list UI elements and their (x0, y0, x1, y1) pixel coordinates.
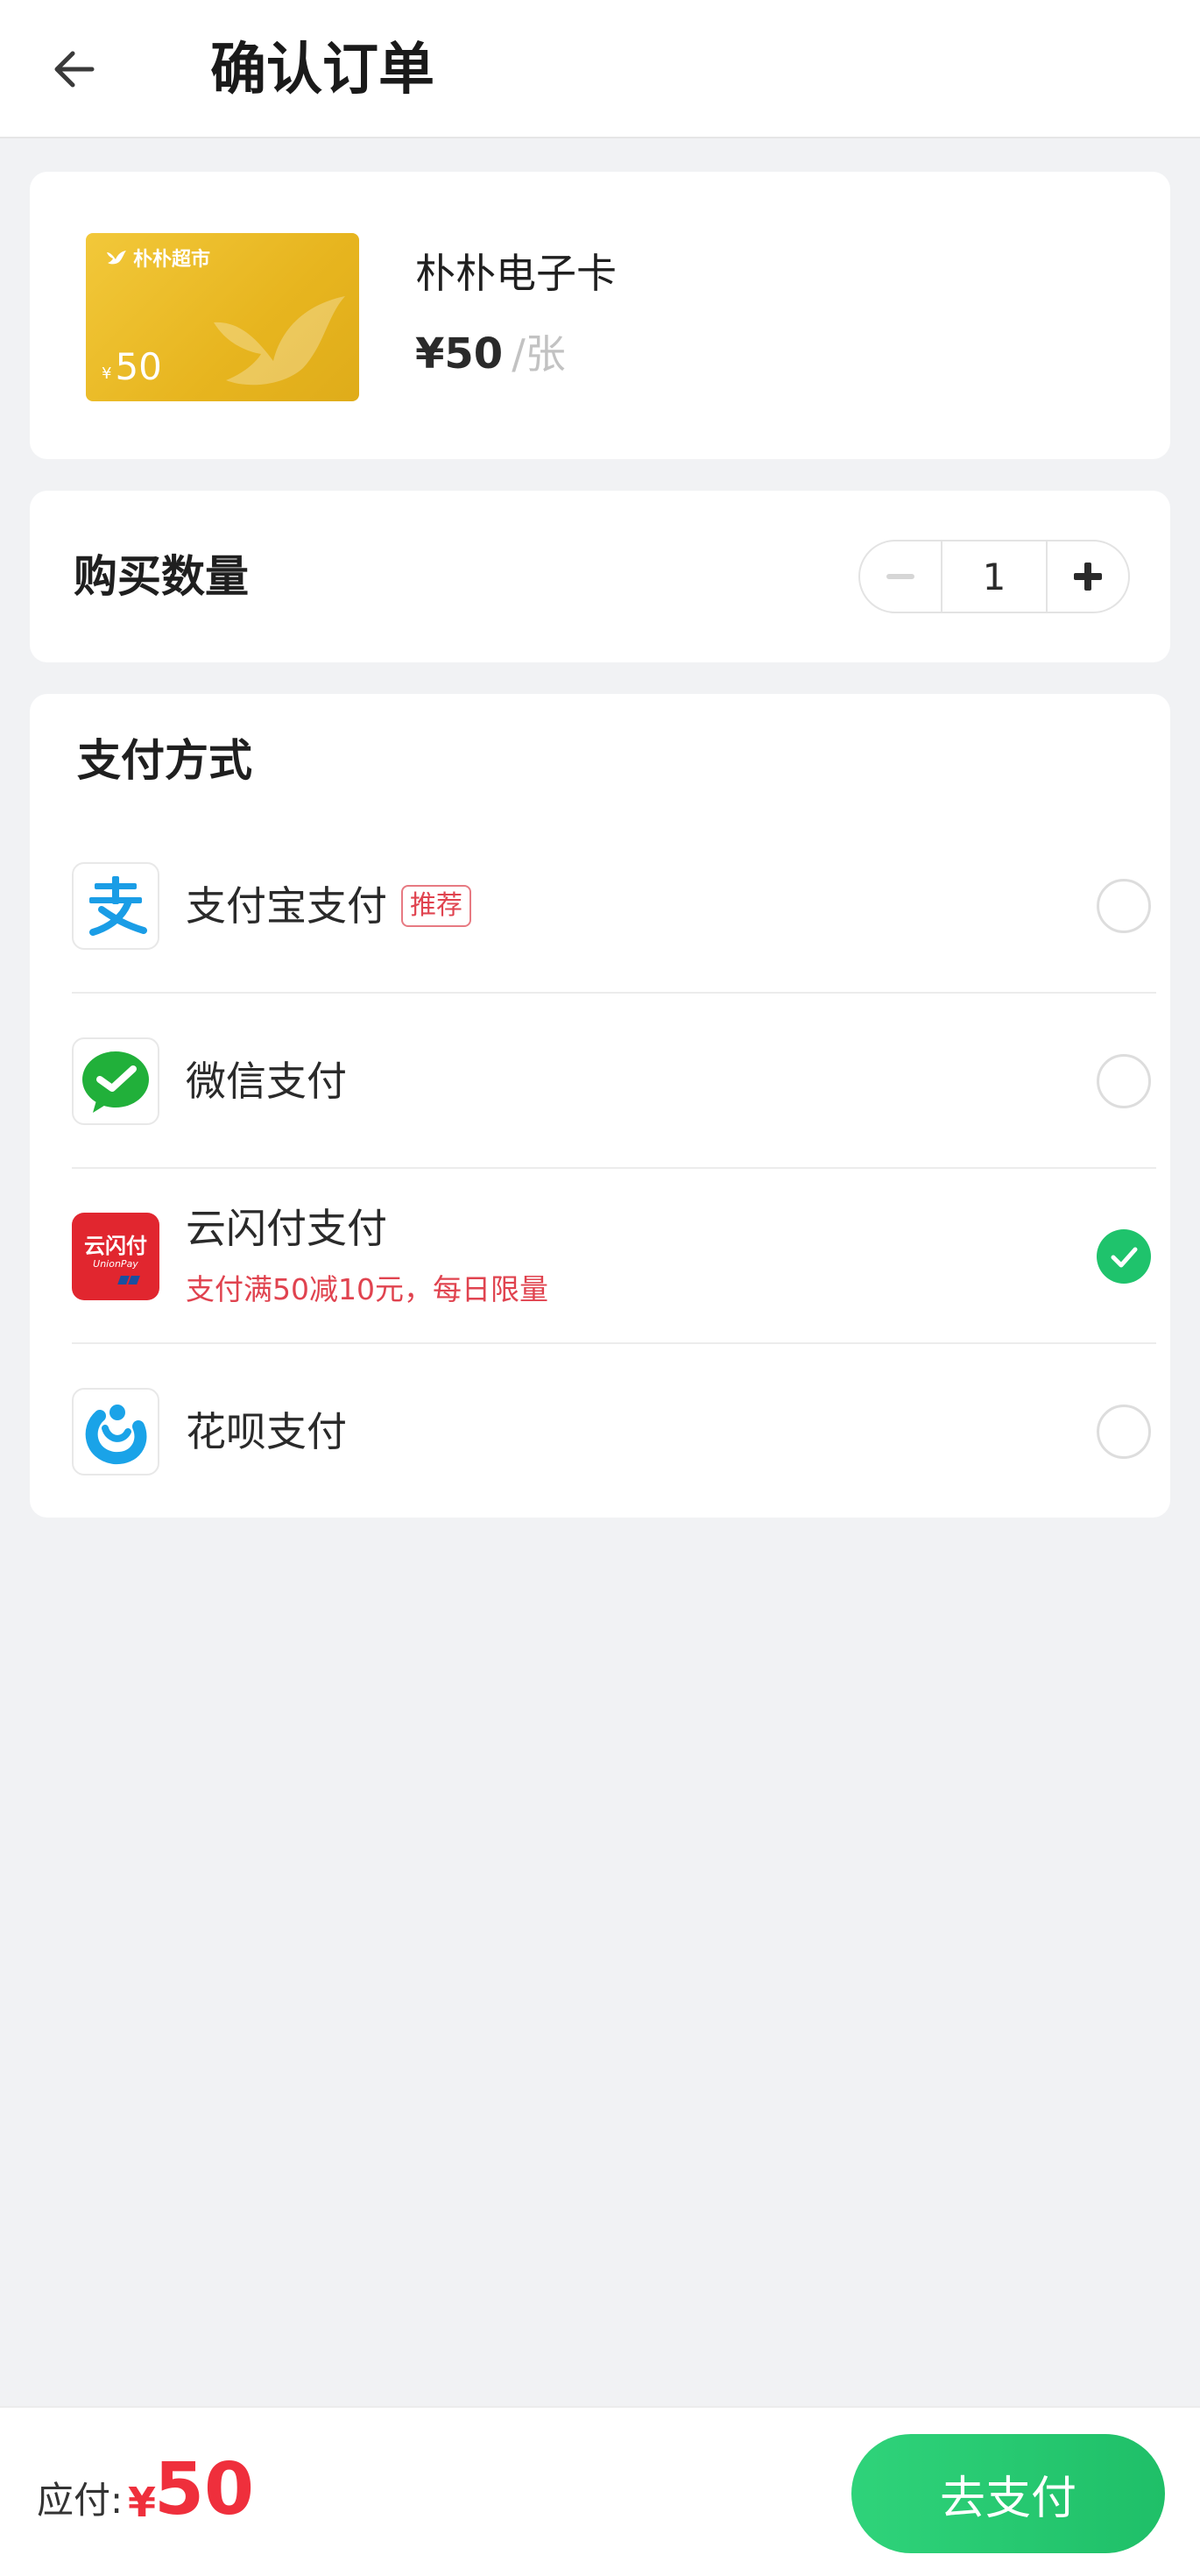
plus-icon (1074, 563, 1102, 591)
wechat-radio[interactable] (1097, 1054, 1151, 1108)
huabei-icon (72, 1388, 159, 1476)
unionpay-icon-text: 云闪付 (84, 1234, 147, 1258)
unionpay-icon: 云闪付 UnionPay (72, 1213, 159, 1300)
alipay-icon (72, 862, 159, 950)
quantity-value[interactable]: 1 (941, 541, 1048, 612)
back-button[interactable] (35, 32, 114, 107)
gift-card-brand: 朴朴超市 (105, 244, 210, 272)
minus-icon (886, 574, 914, 579)
payment-option-label: 花呗支付 (186, 1405, 347, 1458)
recommend-badge: 推荐 (401, 885, 471, 927)
alipay-radio[interactable] (1097, 879, 1151, 933)
unionpay-label: 云闪付支付 (186, 1205, 387, 1252)
wechat-label: 微信支付 (186, 1058, 347, 1105)
page-title: 确认订单 (210, 38, 434, 103)
checkmark-icon (1111, 1247, 1138, 1268)
gift-card-face-value: ¥ 50 (102, 345, 162, 388)
gift-card-currency: ¥ (102, 364, 112, 383)
total-amount: 50 (154, 2448, 255, 2531)
payment-option-huabei[interactable]: 花呗支付 (72, 1344, 1156, 1519)
product-price-value: ¥50 (415, 329, 504, 379)
bird-logo-icon (107, 251, 126, 265)
alipay-label: 支付宝支付 (186, 882, 387, 930)
payment-option-wechat[interactable]: 微信支付 (72, 994, 1156, 1169)
product-price: ¥50 /张 (415, 322, 566, 380)
total-label: 应付: (37, 2479, 124, 2522)
payment-option-label: 微信支付 (186, 1055, 347, 1108)
quantity-label: 购买数量 (74, 551, 249, 602)
total-currency: ¥ (128, 2479, 157, 2526)
unionpay-icon-subtext: UnionPay (93, 1258, 138, 1270)
back-arrow-icon (54, 51, 95, 88)
payment-option-unionpay[interactable]: 云闪付 UnionPay 云闪付支付 支付满50减10元，每日限量 (72, 1169, 1156, 1344)
product-name: 朴朴电子卡 (415, 250, 617, 297)
payment-method-card: 支付方式 支付宝支付 推荐 微信支付 云闪付 UnionPay 云闪付支付 支付… (30, 694, 1170, 1518)
payment-option-alipay[interactable]: 支付宝支付 推荐 (72, 818, 1156, 994)
quantity-card: 购买数量 1 (30, 491, 1170, 662)
gift-card-image: 朴朴超市 ¥ 50 (86, 233, 359, 401)
product-card: 朴朴超市 ¥ 50 朴朴电子卡 ¥50 /张 (30, 172, 1170, 459)
checkout-bar: 应付: ¥ 50 去支付 (0, 2406, 1200, 2576)
wechat-pay-icon (72, 1037, 159, 1125)
payment-option-label: 支付宝支付 推荐 (186, 880, 471, 932)
quantity-stepper[interactable]: 1 (858, 540, 1130, 613)
increase-button[interactable] (1048, 541, 1128, 612)
payment-section-title: 支付方式 (77, 735, 252, 786)
gift-card-amount: 50 (115, 345, 162, 388)
unionpay-promo-text: 支付满50减10元，每日限量 (186, 1272, 548, 1306)
top-bar: 确认订单 (0, 0, 1200, 138)
bird-watermark-icon (214, 296, 345, 386)
huabei-label: 花呗支付 (186, 1408, 347, 1455)
payment-option-label: 云闪付支付 (186, 1202, 387, 1255)
decrease-button[interactable] (860, 541, 941, 612)
pay-button[interactable]: 去支付 (851, 2434, 1165, 2553)
gift-card-brand-text: 朴朴超市 (133, 249, 211, 271)
unionpay-radio-checked[interactable] (1097, 1229, 1151, 1284)
product-price-unit: /张 (512, 330, 566, 378)
huabei-radio[interactable] (1097, 1405, 1151, 1459)
